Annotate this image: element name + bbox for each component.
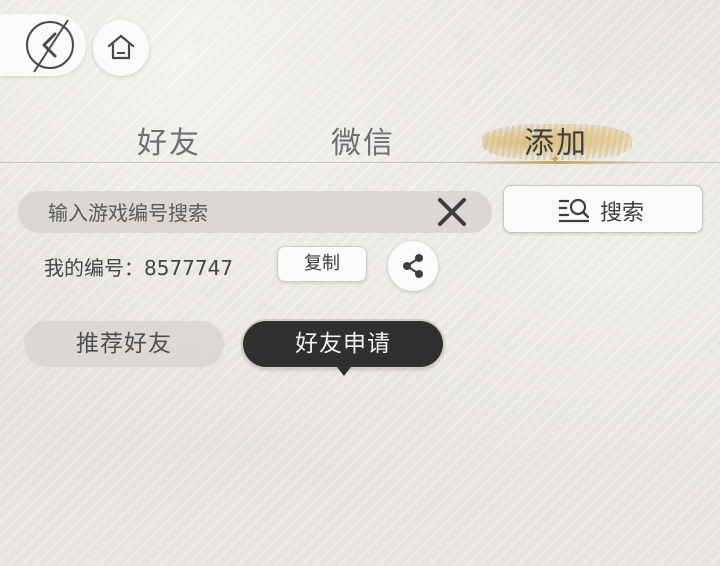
tab-friend-requests[interactable]: 好友申请 (243, 321, 443, 367)
my-id-text: 我的编号：8577747 (44, 256, 234, 280)
home-button[interactable] (93, 20, 149, 76)
sparkle-icon: ✦ (549, 152, 561, 168)
home-icon (107, 34, 135, 60)
search-button-label: 搜索 (600, 201, 645, 226)
copy-button[interactable]: 复制 (277, 246, 367, 282)
back-arrow-icon (33, 19, 69, 73)
tab-recommended-friends[interactable]: 推荐好友 (24, 321, 224, 367)
search-field (18, 191, 492, 235)
tab-friends[interactable]: 好友 (89, 118, 249, 162)
share-button[interactable] (388, 241, 438, 291)
search-button[interactable]: 搜索 (503, 185, 703, 233)
search-input[interactable] (46, 191, 430, 235)
share-icon (403, 254, 423, 278)
active-subtab-pointer (337, 367, 351, 376)
close-icon[interactable] (436, 196, 468, 228)
search-list-icon (559, 198, 590, 223)
back-button[interactable] (0, 14, 86, 76)
tab-wechat[interactable]: 微信 (283, 118, 443, 162)
